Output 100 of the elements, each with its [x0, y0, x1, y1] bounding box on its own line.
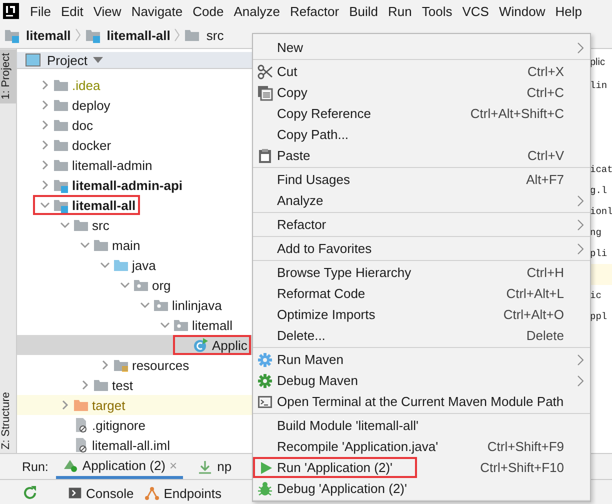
menu-bar-item[interactable]: Analyze	[228, 4, 285, 18]
terminal-icon	[257, 394, 273, 410]
tree-item-label[interactable]: linlinjava	[172, 298, 222, 312]
folder-icon	[73, 397, 89, 413]
shortcut-text: Ctrl+V	[528, 148, 565, 163]
tree-item-label[interactable]: org	[152, 278, 171, 292]
menu-item[interactable]: Copy Path...	[253, 124, 590, 145]
tree-item-label[interactable]: docker	[72, 138, 112, 152]
tree-item-label[interactable]: doc	[72, 118, 93, 132]
menu-bar-item[interactable]: Code	[188, 4, 229, 18]
code-line: ionl	[590, 205, 612, 219]
folder-icon	[53, 137, 69, 153]
tree-item-label[interactable]: litemall-admin	[72, 158, 152, 172]
tree-item-label[interactable]: java	[132, 258, 156, 272]
side-tool-tab[interactable]: 1: Project	[0, 49, 16, 104]
tree-item-label[interactable]: litemall-all.iml	[92, 438, 170, 452]
run-label: Run:	[22, 460, 48, 474]
breadcrumb-item[interactable]: litemall	[26, 28, 71, 42]
code-line: icat	[590, 163, 612, 177]
menu-item[interactable]: Delete... Delete	[253, 325, 590, 346]
menu-item[interactable]: Run 'Application (2)' Ctrl+Shift+F10	[253, 457, 590, 478]
folder-icon	[53, 97, 69, 113]
folder-icon	[93, 377, 109, 393]
shortcut-text: Ctrl+Shift+F9	[487, 439, 565, 454]
shortcut-text: Ctrl+Alt+L	[506, 286, 565, 301]
folder-icon	[93, 237, 109, 253]
menu-bar-item[interactable]: Help	[550, 4, 587, 18]
dropdown-caret-icon[interactable]	[93, 57, 104, 63]
menu-item[interactable]: Paste Ctrl+V	[253, 145, 590, 166]
menu-item[interactable]: Copy Ctrl+C	[253, 82, 590, 103]
console-icon	[68, 486, 82, 500]
rerun-icon[interactable]	[22, 485, 38, 501]
shortcut-text: Ctrl+Alt+Shift+C	[470, 106, 565, 121]
menu-bar-item[interactable]: VCS	[457, 4, 494, 18]
menu-bar-item[interactable]: Run	[383, 4, 417, 18]
package-folder-icon	[173, 317, 189, 333]
tree-item-label[interactable]: test	[112, 378, 133, 392]
tree-item-label[interactable]: main	[112, 238, 140, 252]
breadcrumb-item[interactable]: src	[206, 28, 224, 42]
menu-item[interactable]: Analyze	[253, 190, 590, 211]
run-icon	[258, 460, 274, 476]
tree-item-label[interactable]: litemall	[192, 318, 232, 332]
panel-title[interactable]: Project	[47, 52, 88, 68]
console-tab[interactable]: Console	[68, 486, 134, 500]
code-line: ic	[590, 289, 602, 303]
tree-item-label[interactable]: resources	[132, 358, 190, 372]
menu-item[interactable]: Optimize Imports Ctrl+Alt+O	[253, 304, 590, 325]
menu-bar-item[interactable]: Tools	[416, 4, 458, 18]
menu-item[interactable]: Reformat Code Ctrl+Alt+L	[253, 283, 590, 304]
code-line: g.l	[590, 184, 608, 198]
shortcut-text: Delete	[526, 328, 565, 343]
menu-item[interactable]: Refactor	[253, 214, 590, 235]
shortcut-text: Ctrl+X	[528, 64, 565, 79]
highlight-frame: Run 'Application (2)'	[253, 457, 417, 478]
menu-item[interactable]: Build Module 'litemall-all'	[253, 415, 590, 436]
console-tab[interactable]: Endpoints	[144, 485, 222, 501]
shortcut-text: Ctrl+Shift+F10	[480, 460, 565, 475]
menu-bar-item[interactable]: Build	[344, 4, 384, 18]
gear-icon	[257, 372, 273, 388]
breadcrumb-item[interactable]: litemall-all	[106, 28, 170, 42]
class-run-icon	[193, 337, 209, 353]
chevron-separator-icon	[74, 28, 81, 42]
tree-item-label[interactable]: litemall-all	[72, 198, 136, 212]
tree-item-label[interactable]: target	[92, 398, 126, 412]
tree-item-label[interactable]: .gitignore	[92, 418, 146, 432]
menu-item[interactable]: Debug 'Application (2)'	[253, 478, 590, 499]
module-folder-icon	[53, 177, 69, 193]
tree-item-label[interactable]: deploy	[72, 98, 110, 112]
code-line: ppl	[590, 310, 608, 324]
tree-item-label[interactable]: litemall-admin-api	[72, 178, 183, 192]
code-line: pli	[590, 247, 608, 261]
shortcut-text: Ctrl+C	[526, 85, 565, 100]
menu-item[interactable]: New	[253, 37, 590, 58]
tree-item-label[interactable]: Applic	[212, 338, 248, 352]
menu-item[interactable]: Run Maven	[253, 349, 590, 370]
menu-item[interactable]: Copy Reference Ctrl+Alt+Shift+C	[253, 103, 590, 124]
menu-bar-item[interactable]: Window	[494, 4, 550, 18]
menu-item[interactable]: Add to Favorites	[253, 238, 590, 259]
module-folder-icon	[84, 27, 101, 43]
tree-item-label[interactable]: .idea	[72, 78, 100, 92]
menu-item[interactable]: Find Usages Alt+F7	[253, 169, 590, 190]
menu-bar-item[interactable]: Refactor	[284, 4, 344, 18]
menu-item[interactable]: Recompile 'Application.java' Ctrl+Shift+F9	[253, 436, 590, 457]
menu-bar-item[interactable]: Edit	[56, 4, 88, 18]
nodes-icon	[144, 485, 160, 501]
module-folder-icon	[4, 27, 20, 43]
menu-item[interactable]: Browse Type Hierarchy Ctrl+H	[253, 262, 590, 283]
side-tool-tab[interactable]: Z: Structure	[0, 388, 16, 453]
menu-bar-item[interactable]: Navigate	[126, 4, 188, 18]
run-tab[interactable]: np	[191, 454, 238, 479]
shortcut-text: Alt+F7	[526, 172, 565, 187]
gear-icon	[257, 352, 273, 368]
folder-icon	[53, 117, 69, 133]
tree-item-label[interactable]: src	[92, 218, 110, 232]
resources-folder-icon	[113, 357, 129, 373]
menu-item[interactable]: Debug Maven	[253, 370, 590, 391]
menu-bar-item[interactable]: View	[88, 4, 126, 18]
menu-item[interactable]: Open Terminal at the Current Maven Module Path	[253, 391, 590, 412]
menu-item[interactable]: Cut Ctrl+X	[253, 61, 590, 82]
menu-bar-item[interactable]: File	[25, 4, 56, 18]
